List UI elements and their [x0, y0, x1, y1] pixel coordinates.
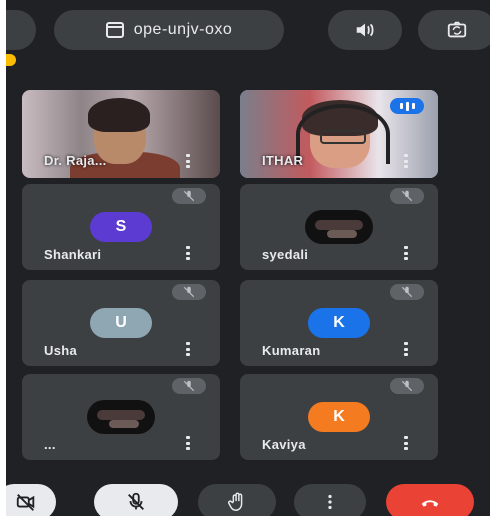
profile-picture: [305, 210, 373, 244]
more-vert-icon[interactable]: [404, 436, 408, 450]
participant-tile[interactable]: K Kaviya: [240, 374, 438, 460]
participant-tile[interactable]: Dr. Raja...: [22, 90, 220, 178]
avatar: K: [308, 402, 370, 432]
glasses-shape: [320, 130, 366, 144]
speaker-button[interactable]: [328, 10, 402, 50]
meeting-code: ope-unjv-oxo: [133, 21, 233, 38]
speaker-icon: [356, 23, 374, 37]
participant-name: Kaviya: [262, 437, 306, 452]
avatar: S: [90, 212, 152, 242]
notification-indicator: [6, 54, 16, 66]
more-vert-icon[interactable]: [186, 342, 190, 356]
more-vert-icon[interactable]: [186, 436, 190, 450]
speaking-indicator-icon: [390, 98, 424, 114]
participant-name: Usha: [44, 343, 77, 358]
avatar: U: [90, 308, 152, 338]
participant-tile[interactable]: ITHAR: [240, 90, 438, 178]
top-bar: ope-unjv-oxo: [6, 0, 490, 66]
more-vert-icon[interactable]: [404, 154, 408, 168]
participant-tile[interactable]: syedali: [240, 184, 438, 270]
raise-hand-button[interactable]: [198, 484, 276, 516]
more-options-button[interactable]: [294, 484, 366, 516]
participant-name: syedali: [262, 247, 309, 262]
more-vert-icon[interactable]: [186, 246, 190, 260]
more-vert-icon[interactable]: [404, 246, 408, 260]
more-options-icon: [328, 494, 332, 510]
participant-tile[interactable]: U Usha: [22, 280, 220, 366]
camera-toggle-button[interactable]: [6, 484, 56, 516]
camera-flip-icon: [447, 21, 467, 38]
participant-name: Shankari: [44, 247, 102, 262]
participant-tile[interactable]: S Shankari: [22, 184, 220, 270]
mic-off-icon: [172, 284, 206, 300]
leave-call-button[interactable]: [386, 484, 474, 516]
camera-off-icon: [16, 494, 35, 511]
raise-hand-icon: [228, 492, 243, 511]
mic-off-icon: [172, 378, 206, 394]
participant-video-hair: [88, 98, 150, 132]
meet-call-screen: ope-unjv-oxo Dr. Raja... ITHAR S Shankar…: [6, 0, 490, 516]
participant-tile[interactable]: K Kumaran: [240, 280, 438, 366]
calendar-icon: [105, 22, 124, 38]
call-controls: [6, 470, 490, 516]
switch-camera-button[interactable]: [418, 10, 490, 50]
mic-off-icon: [390, 378, 424, 394]
more-vert-icon[interactable]: [186, 154, 190, 168]
meeting-code-button[interactable]: ope-unjv-oxo: [54, 10, 284, 50]
avatar: K: [308, 308, 370, 338]
more-vert-icon[interactable]: [404, 342, 408, 356]
profile-picture: [87, 400, 155, 434]
mic-off-icon: [390, 188, 424, 204]
end-call-icon: [421, 500, 439, 507]
mic-toggle-button[interactable]: [94, 484, 178, 516]
participant-name: ITHAR: [262, 153, 304, 168]
back-button[interactable]: [6, 10, 36, 50]
mic-off-icon: [128, 492, 144, 510]
mic-off-icon: [172, 188, 206, 204]
participant-name: Dr. Raja...: [44, 153, 107, 168]
participant-name: Kumaran: [262, 343, 321, 358]
participant-tile[interactable]: ...: [22, 374, 220, 460]
participant-name: ...: [44, 437, 56, 452]
mic-off-icon: [390, 284, 424, 300]
